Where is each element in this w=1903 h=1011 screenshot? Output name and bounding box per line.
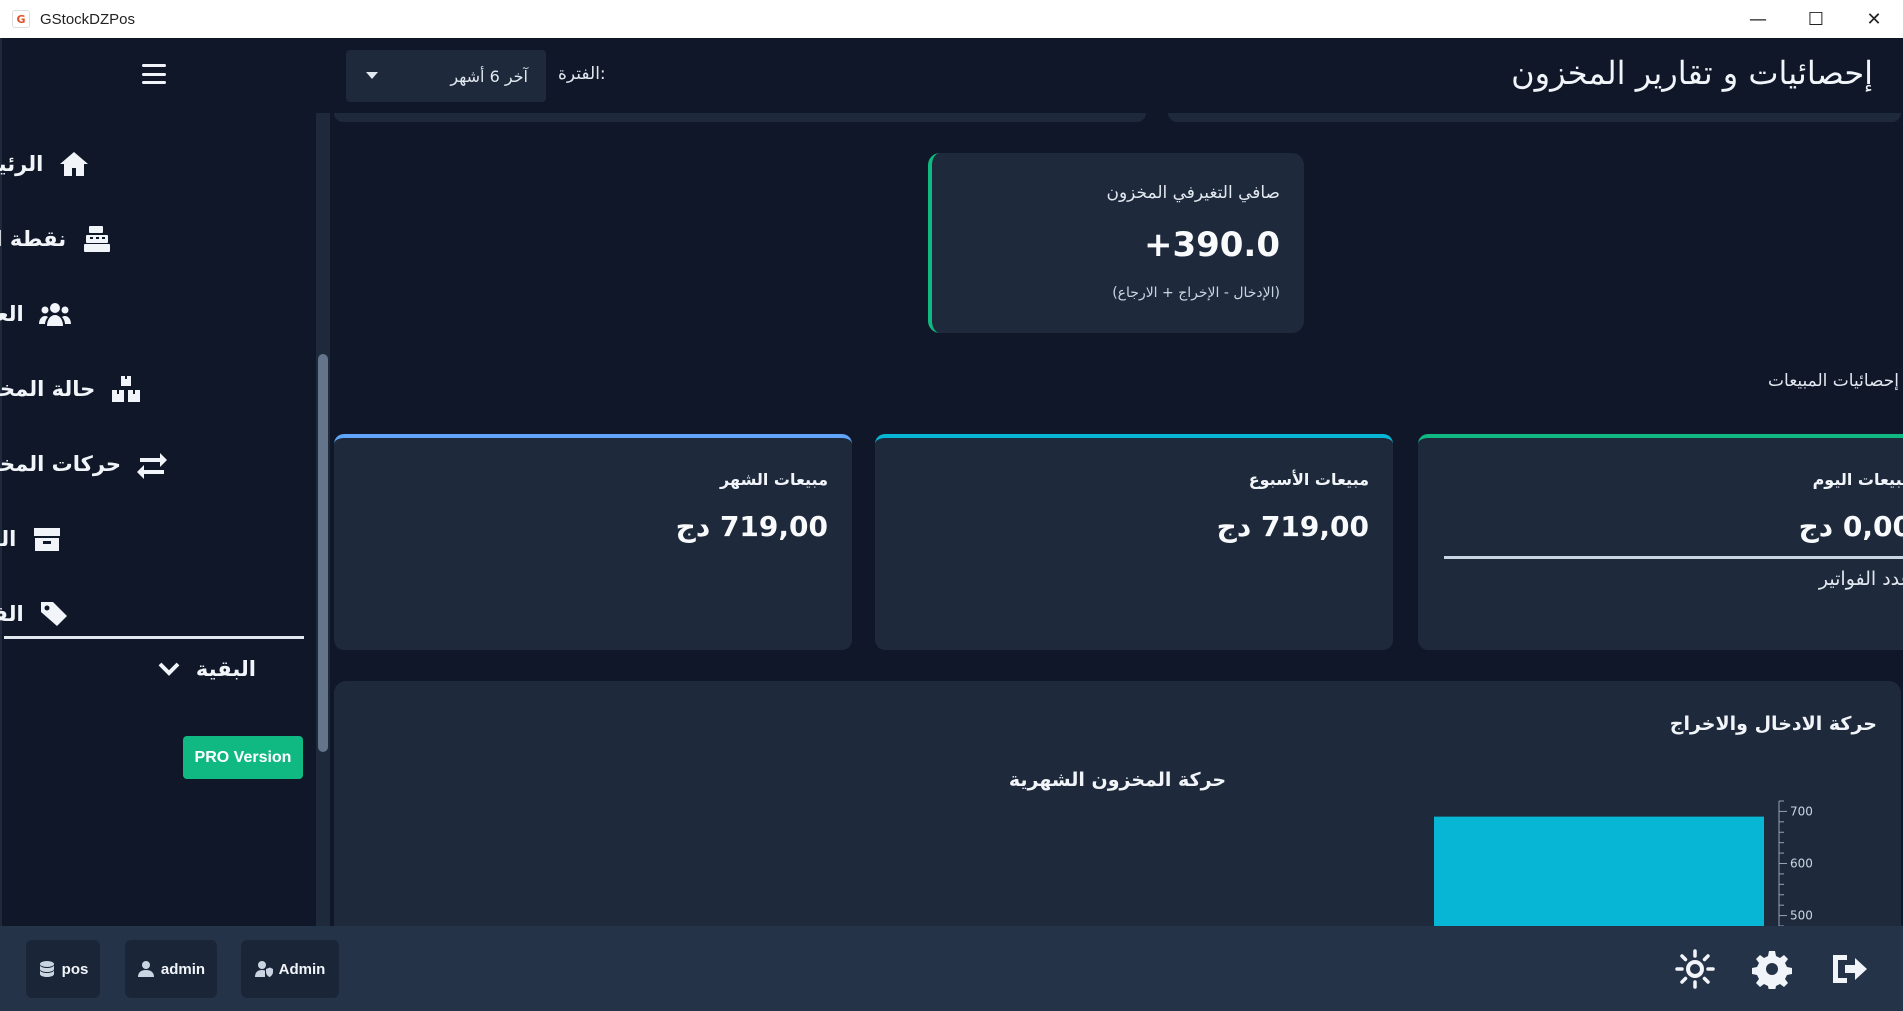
period-select-value: آخر 6 أشهر: [450, 66, 528, 86]
sales-today-value: 0,00 دج: [1798, 510, 1903, 543]
card-bottom-edge: [334, 113, 1146, 122]
tags-icon: [38, 597, 72, 631]
sales-month-label: مبيعات الشهر: [720, 470, 828, 489]
page-title: إحصائيات و تقارير المخزون: [1511, 54, 1873, 92]
net-stock-change-card: صافي التغيرفي المخزون +390.0 (الإدخال - …: [928, 153, 1304, 333]
sidebar: الرئيسية نقطة البيع العملاء حالة المخزون…: [0, 38, 316, 926]
sales-month-card: مبيعات الشهر 719,00 دج: [334, 434, 852, 650]
sales-section-label: إحصائيات المبيعات: [1768, 371, 1899, 391]
chevron-down-icon: [158, 662, 180, 676]
user-chip-label: admin: [160, 960, 206, 978]
app-logo-icon: G: [12, 10, 30, 28]
sales-today-label: مبيعات اليوم: [1812, 470, 1903, 489]
sidebar-item-categories[interactable]: الفئات: [0, 576, 256, 651]
pro-version-button[interactable]: PRO Version: [183, 736, 303, 779]
database-chip-label: pos: [61, 960, 89, 978]
sidebar-item-label: نقطة البيع: [0, 226, 67, 251]
invoice-count-label: عدد الفواتير: [1818, 568, 1903, 590]
chart-bar: [1434, 816, 1764, 926]
sales-month-value: 719,00 دج: [675, 510, 828, 543]
settings-gear-icon[interactable]: [1751, 948, 1793, 990]
sidebar-item-pos[interactable]: نقطة البيع: [0, 201, 256, 276]
period-select[interactable]: آخر 6 أشهر: [346, 50, 546, 102]
cash-register-icon: [80, 222, 114, 256]
net-stock-change-label: صافي التغيرفي المخزون: [1106, 183, 1280, 203]
sales-week-label: مبيعات الأسبوع: [1248, 470, 1369, 489]
user-icon: [137, 961, 154, 977]
sidebar-item-label: حركات المخزون: [0, 451, 122, 476]
net-stock-change-formula: (الإدخال - الإخراج + الارجاع): [1112, 285, 1280, 301]
sidebar-item-stock-movements[interactable]: حركات المخزون: [0, 426, 256, 501]
role-chip-label: Admin: [278, 960, 326, 978]
user-chip[interactable]: admin: [125, 940, 217, 998]
stock-movement-chart: 700 600 500: [1434, 800, 1813, 926]
role-chip[interactable]: Admin: [241, 940, 339, 998]
hamburger-menu-icon[interactable]: [142, 64, 166, 84]
period-label: الفترة:: [558, 64, 606, 84]
close-button[interactable]: ✕: [1845, 0, 1903, 38]
sidebar-item-label: الرئيسية: [0, 151, 44, 176]
card-bottom-edge: [1168, 113, 1901, 122]
sales-week-card: مبيعات الأسبوع 719,00 دج: [875, 434, 1393, 650]
sidebar-item-label: الفئات: [0, 601, 24, 626]
sidebar-more-toggle[interactable]: البقية: [156, 656, 256, 682]
sidebar-item-label: العملاء: [0, 301, 24, 326]
window-title: GStockDZPos: [40, 10, 136, 28]
sidebar-item-products[interactable]: المواد: [0, 501, 256, 576]
maximize-button[interactable]: ☐: [1787, 0, 1845, 38]
stock-movement-chart-card: حركة الادخال والاخراج حركة المخزون الشهر…: [334, 681, 1901, 941]
dropdown-caret-icon: [366, 72, 378, 79]
footer-bar: pos admin Admin: [0, 926, 1903, 1011]
home-icon: [57, 147, 91, 181]
minimize-button[interactable]: —: [1729, 0, 1787, 38]
chart-y-tick-label: 700: [1790, 804, 1813, 818]
chart-y-tick-label: 600: [1790, 857, 1813, 871]
box-icon: [30, 522, 64, 556]
window-controls: — ☐ ✕: [1729, 0, 1903, 38]
users-icon: [38, 297, 72, 331]
sidebar-item-customers[interactable]: العملاء: [0, 276, 256, 351]
database-chip[interactable]: pos: [26, 940, 100, 998]
divider: [1444, 556, 1903, 559]
chart-y-tick-label: 500: [1790, 909, 1813, 923]
sidebar-item-label: المواد: [0, 526, 17, 551]
sidebar-divider: [4, 636, 304, 639]
sidebar-more-label: البقية: [195, 657, 256, 681]
sidebar-item-label: حالة المخزون: [0, 376, 96, 401]
user-shield-icon: [254, 961, 273, 977]
window-titlebar: G GStockDZPos — ☐ ✕: [0, 0, 1903, 38]
database-icon: [39, 961, 54, 977]
sales-today-card: مبيعات اليوم 0,00 دج عدد الفواتير 0: [1418, 434, 1903, 650]
logout-icon[interactable]: [1828, 948, 1870, 990]
content-scrollbar-thumb[interactable]: [318, 354, 328, 752]
sidebar-nav: الرئيسية نقطة البيع العملاء حالة المخزون…: [0, 126, 256, 651]
brightness-icon[interactable]: [1674, 948, 1716, 990]
boxes-icon: [109, 372, 143, 406]
arrows-exchange-icon: [135, 447, 169, 481]
sales-week-value: 719,00 دج: [1216, 510, 1369, 543]
sidebar-item-home[interactable]: الرئيسية: [0, 126, 256, 201]
net-stock-change-value: +390.0: [1143, 225, 1280, 265]
sidebar-item-stock-status[interactable]: حالة المخزون: [0, 351, 256, 426]
